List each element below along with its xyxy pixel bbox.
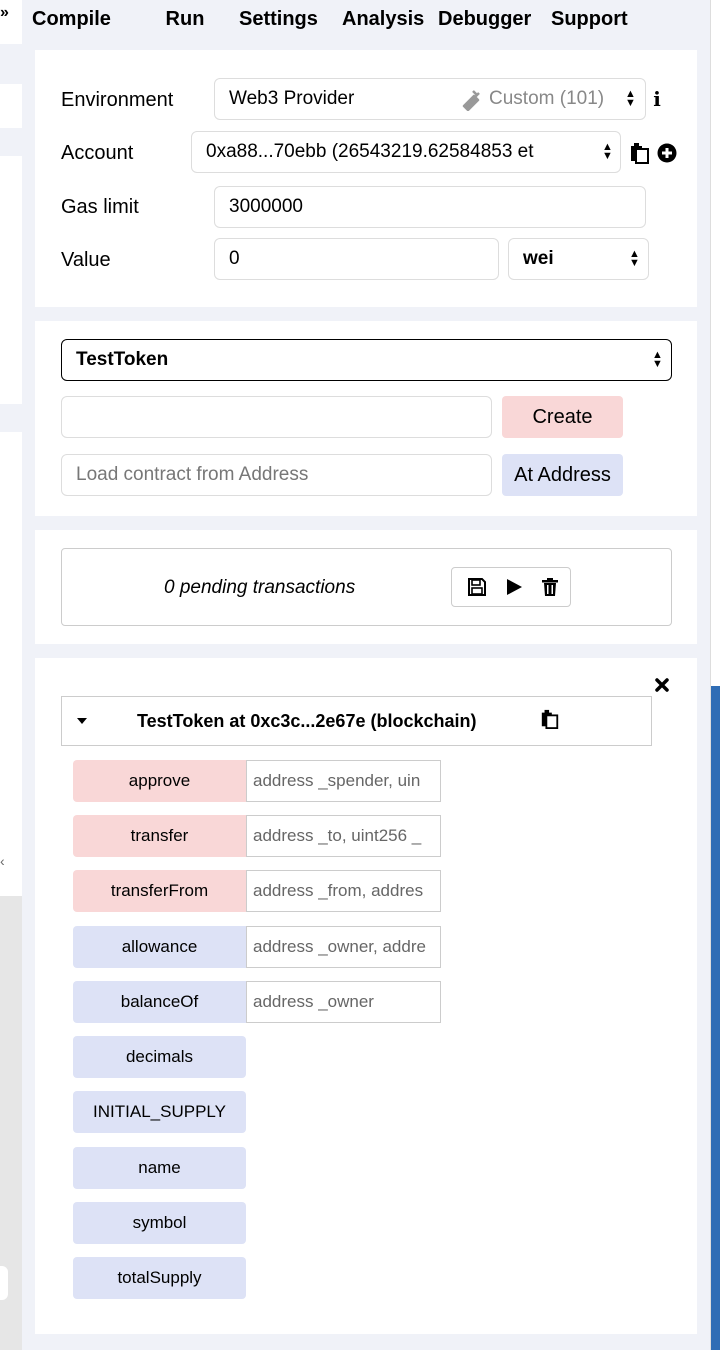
function-button-transferfrom[interactable]: transferFrom	[73, 870, 246, 912]
select-arrows-icon: ▲ ▼	[625, 88, 636, 109]
tab-run[interactable]: Run	[140, 0, 230, 40]
left-chevron-icon: ‹	[0, 853, 5, 869]
function-button-symbol[interactable]: symbol	[73, 1202, 246, 1244]
function-button-allowance[interactable]: allowance	[73, 926, 246, 968]
caret-down-icon[interactable]	[76, 717, 88, 725]
close-icon[interactable]	[655, 678, 669, 692]
transactions-toolbar	[451, 567, 571, 607]
environment-network: Custom (101)	[489, 88, 605, 109]
account-value: 0xa88...70ebb (26543219.62584853 et	[206, 141, 534, 162]
left-panel-block	[0, 44, 22, 84]
contract-select[interactable]: TestToken ▲ ▼	[61, 339, 672, 381]
function-button-totalsupply[interactable]: totalSupply	[73, 1257, 246, 1299]
function-button-approve[interactable]: approve	[73, 760, 246, 802]
environment-select[interactable]: Web3 Provider Custom (101) ▲ ▼	[214, 78, 646, 120]
create-button[interactable]: Create	[502, 396, 623, 438]
tab-debugger[interactable]: Debugger	[438, 8, 531, 31]
environment-value: Web3 Provider	[229, 88, 355, 109]
instance-title: TestToken at 0xc3c...2e67e (blockchain)	[137, 711, 477, 731]
select-arrows-icon: ▲ ▼	[629, 248, 640, 269]
function-input-approve[interactable]: address _spender, uin	[246, 760, 441, 802]
trash-icon[interactable]	[542, 578, 558, 596]
copy-icon[interactable]	[540, 709, 560, 729]
function-button-decimals[interactable]: decimals	[73, 1036, 246, 1078]
plus-circle-icon[interactable]	[657, 143, 677, 163]
left-panel-tab	[0, 1266, 8, 1300]
value-unit-select[interactable]: wei ▲ ▼	[508, 238, 649, 280]
tab-bar: Compile Run Settings Analysis Debugger S…	[22, 0, 710, 40]
contract-selected: TestToken	[76, 349, 169, 370]
value-label: Value	[61, 249, 111, 271]
load-address-input[interactable]: Load contract from Address	[61, 454, 492, 496]
tab-support[interactable]: Support	[551, 8, 628, 31]
gas-limit-label: Gas limit	[61, 196, 139, 218]
select-arrows-icon: ▲ ▼	[652, 349, 663, 370]
underlying-left-panel: » ‹	[0, 0, 22, 1350]
settings-card: Environment Web3 Provider Custom (101) ▲…	[35, 50, 697, 307]
run-panel: Compile Run Settings Analysis Debugger S…	[22, 0, 710, 1350]
function-input-allowance[interactable]: address _owner, addre	[246, 926, 441, 968]
tab-compile[interactable]: Compile	[32, 8, 111, 31]
tab-settings[interactable]: Settings	[239, 8, 318, 31]
save-icon[interactable]	[468, 578, 486, 596]
at-address-button[interactable]: At Address	[502, 454, 623, 496]
gas-limit-input[interactable]: 3000000	[214, 186, 646, 228]
function-button-balanceof[interactable]: balanceOf	[73, 981, 246, 1023]
constructor-args-input[interactable]	[61, 396, 492, 438]
tab-analysis[interactable]: Analysis	[342, 8, 424, 31]
function-button-name[interactable]: name	[73, 1147, 246, 1189]
account-label: Account	[61, 142, 134, 164]
instance-header[interactable]: TestToken at 0xc3c...2e67e (blockchain)	[61, 696, 652, 746]
function-input-balanceof[interactable]: address _owner	[246, 981, 441, 1023]
function-button-initial-supply[interactable]: INITIAL_SUPPLY	[73, 1091, 246, 1133]
environment-label: Environment	[61, 89, 174, 111]
play-icon[interactable]	[505, 578, 523, 596]
value-unit: wei	[523, 248, 554, 269]
account-select[interactable]: 0xa88...70ebb (26543219.62584853 et ▲ ▼	[191, 131, 621, 173]
function-input-transfer[interactable]: address _to, uint256 _	[246, 815, 441, 857]
pending-transactions-text: 0 pending transactions	[164, 577, 356, 598]
plug-icon	[459, 89, 483, 111]
double-chevron-icon[interactable]: »	[0, 4, 9, 22]
function-input-transferfrom[interactable]: address _from, addres	[246, 870, 441, 912]
contract-card: TestToken ▲ ▼ Create Load contract from A…	[35, 321, 697, 516]
transactions-card: 0 pending transactions	[35, 530, 697, 644]
transactions-box: 0 pending transactions	[61, 548, 672, 626]
select-arrows-icon: ▲ ▼	[602, 141, 613, 162]
right-panel-blue-area	[711, 686, 720, 1350]
info-icon[interactable]: i	[651, 87, 663, 111]
instance-card: TestToken at 0xc3c...2e67e (blockchain) …	[35, 658, 697, 1334]
value-input[interactable]: 0	[214, 238, 499, 280]
function-button-transfer[interactable]: transfer	[73, 815, 246, 857]
left-panel-block	[0, 128, 22, 156]
left-panel-block	[0, 404, 22, 432]
copy-icon[interactable]	[629, 142, 651, 164]
